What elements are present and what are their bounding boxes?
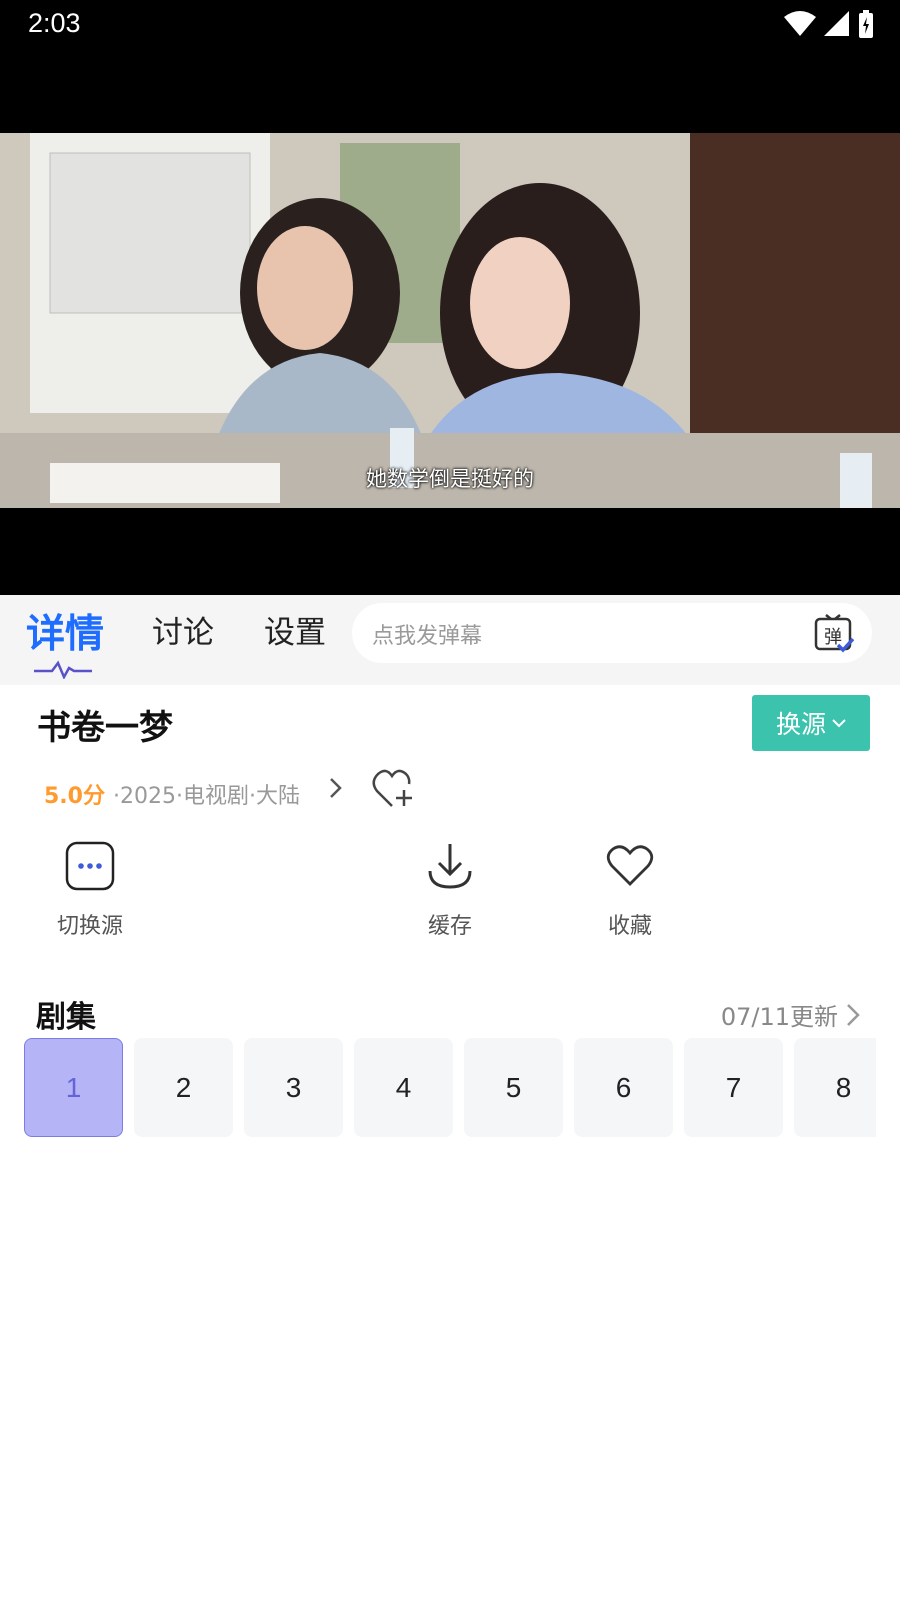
cache-action[interactable]: 缓存: [390, 838, 510, 940]
status-icons: [784, 10, 874, 38]
switch-source-action[interactable]: 切换源: [30, 838, 150, 940]
tabs-bar: 详情 讨论 设置 点我发弹幕 弹: [0, 595, 900, 685]
heart-plus-icon[interactable]: [372, 768, 416, 810]
video-player[interactable]: 她数学倒是挺好的: [0, 50, 900, 595]
episodes-title: 剧集: [36, 1000, 96, 1035]
episode-button[interactable]: 7: [684, 1038, 783, 1137]
switch-source-action-label: 切换源: [56, 914, 123, 939]
show-title: 书卷一梦: [37, 708, 173, 748]
episodes-update-link[interactable]: 07/11更新: [721, 997, 860, 1032]
tab-settings[interactable]: 设置: [264, 607, 326, 652]
episode-button[interactable]: 6: [574, 1038, 673, 1137]
collect-action[interactable]: 收藏: [570, 838, 690, 940]
signal-icon: [824, 11, 849, 36]
battery-icon: [859, 10, 873, 38]
tab-discussion[interactable]: 讨论: [152, 607, 214, 652]
episode-list: 12345678: [24, 1038, 876, 1138]
heart-icon: [606, 845, 654, 886]
switch-source-button[interactable]: 换源: [752, 695, 870, 751]
more-dots-icon: [65, 841, 115, 891]
video-scene-image: [0, 133, 900, 508]
episode-button[interactable]: 8: [794, 1038, 876, 1137]
danmaku-toggle-icon[interactable]: 弹: [814, 613, 854, 653]
tab-active-indicator: [34, 660, 92, 679]
video-subtitle: 她数学倒是挺好的: [366, 467, 534, 491]
danmaku-input[interactable]: 点我发弹幕 弹: [352, 603, 872, 663]
action-row: 切换源 缓存 收藏: [0, 838, 900, 948]
chevron-right-icon: [847, 1003, 860, 1026]
chevron-down-icon: [832, 719, 846, 728]
episode-button[interactable]: 5: [464, 1038, 563, 1137]
chevron-right-icon[interactable]: [328, 776, 344, 800]
tab-details[interactable]: 详情: [26, 603, 104, 659]
episode-button[interactable]: 2: [134, 1038, 233, 1137]
wifi-icon: [784, 11, 816, 36]
episode-button[interactable]: 4: [354, 1038, 453, 1137]
show-meta: ·2025·电视剧·大陆: [112, 784, 300, 809]
cache-action-label: 缓存: [427, 914, 472, 939]
episode-button[interactable]: 1: [24, 1038, 123, 1137]
episode-button[interactable]: 3: [244, 1038, 343, 1137]
status-bar: 2:03: [0, 0, 900, 50]
video-frame[interactable]: 她数学倒是挺好的: [0, 133, 900, 508]
download-icon: [428, 844, 472, 889]
switch-source-label: 换源: [775, 710, 826, 739]
episodes-update-text: 07/11更新: [720, 1003, 838, 1031]
show-meta-row[interactable]: 5.0分 ·2025·电视剧·大陆: [44, 778, 300, 810]
status-time: 2:03: [28, 8, 81, 38]
show-score: 5.0分: [44, 784, 105, 809]
collect-action-label: 收藏: [607, 914, 652, 939]
danmaku-placeholder: 点我发弹幕: [372, 624, 483, 649]
